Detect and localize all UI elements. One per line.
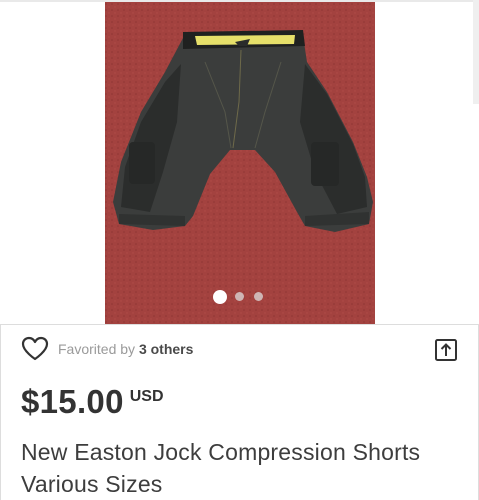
carousel-dot-1[interactable] [213,290,227,304]
scrollbar-track[interactable] [473,0,479,104]
product-photo-drawing [105,2,375,324]
price-row: $15.00 USD [21,383,164,423]
favorites-row: Favorited by 3 others [1,335,478,365]
price: $15.00 [21,383,124,420]
favorited-prefix: Favorited by [58,341,139,357]
product-photo[interactable] [105,2,375,324]
listing-title-line-2: Various Sizes [21,471,163,497]
currency-code: USD [129,388,164,405]
carousel-dot-2[interactable] [235,292,244,301]
image-gallery[interactable] [0,0,479,325]
listing-page: Favorited by 3 others $15.00 USD New East… [0,0,479,500]
favorited-count[interactable]: 3 others [139,341,193,357]
listing-info-card: Favorited by 3 others $15.00 USD New East… [0,324,479,500]
carousel-dot-3[interactable] [254,292,263,301]
carousel-dots [0,290,479,304]
favorited-by-text: Favorited by 3 others [58,341,193,357]
heart-outline-icon[interactable] [21,336,49,362]
listing-title: New Easton Jock Compression Shorts Variou… [21,436,461,500]
share-up-arrow-icon[interactable] [434,338,458,362]
listing-title-line-1: New Easton Jock Compression Shorts [21,439,421,465]
